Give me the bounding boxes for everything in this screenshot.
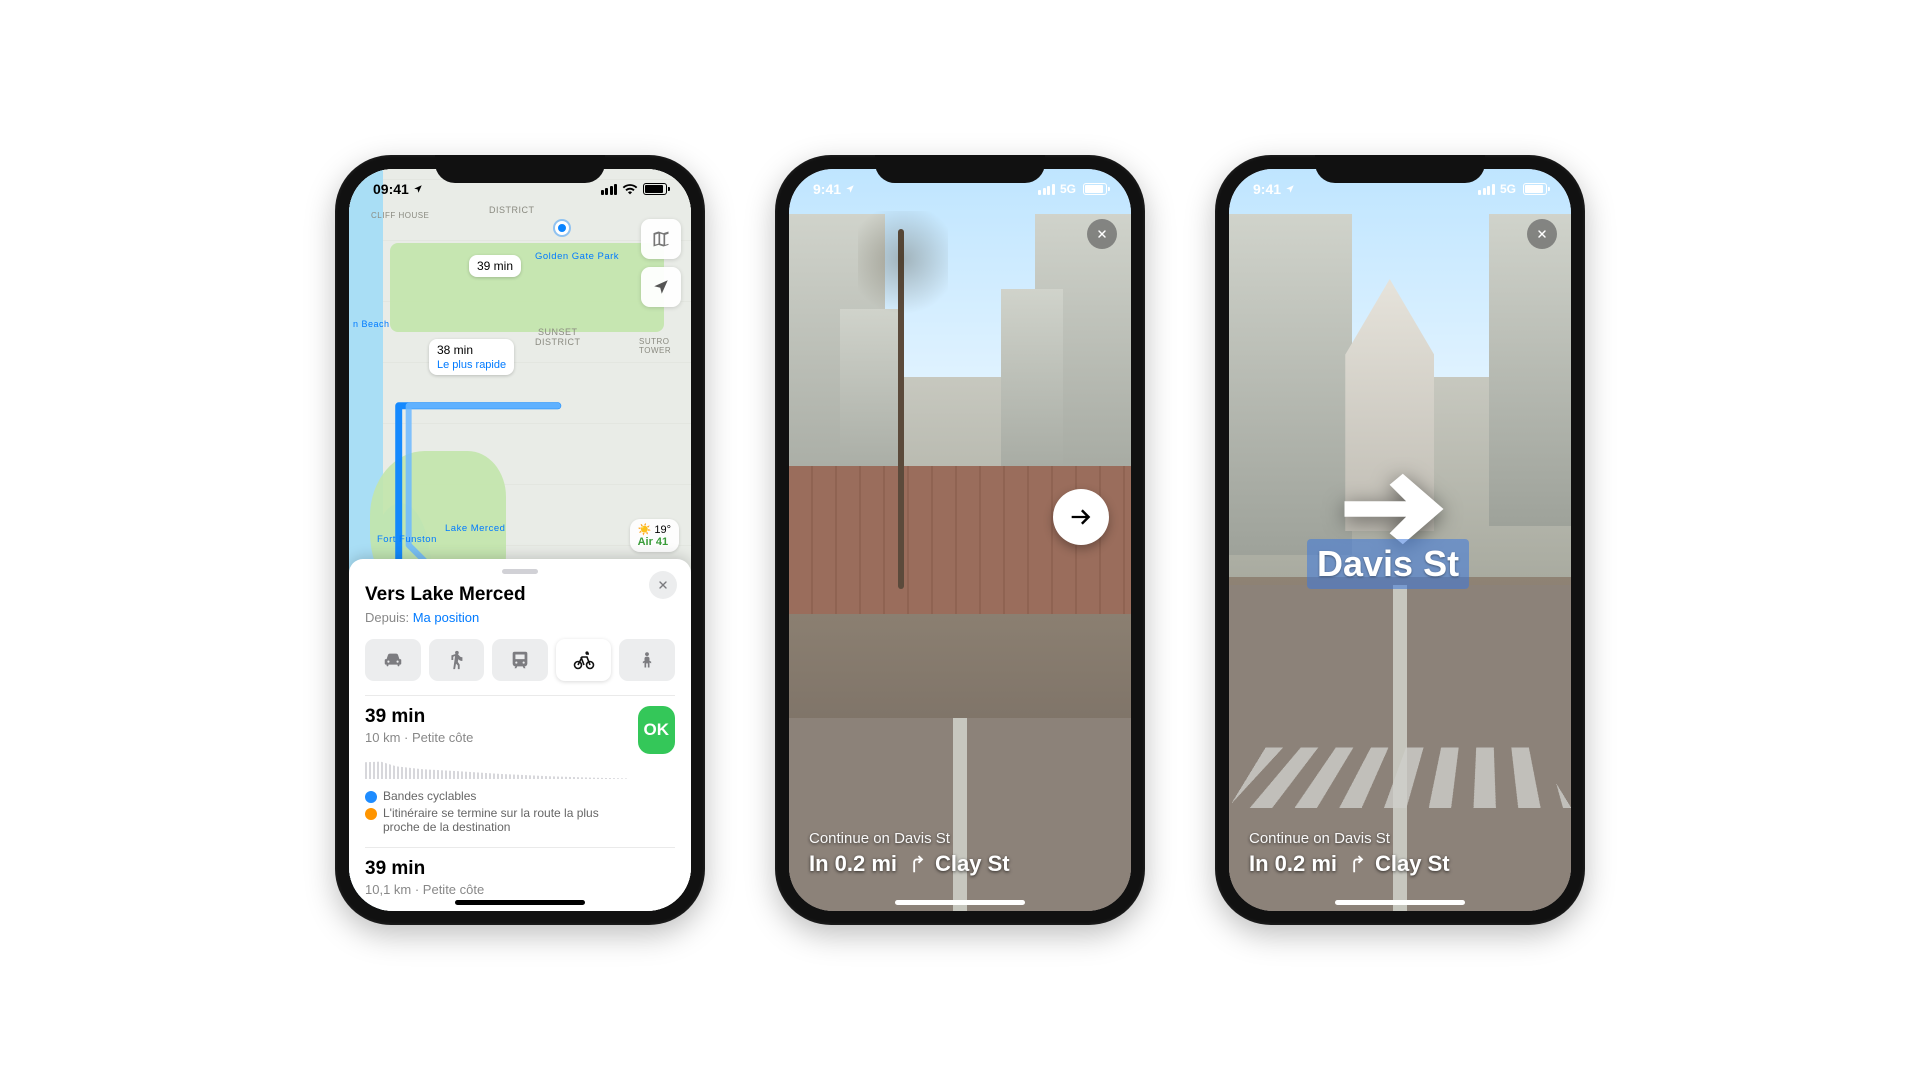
ar-instruction-panel: Continue on Davis St In 0.2 mi Clay St <box>1249 830 1551 877</box>
mode-rideshare[interactable] <box>619 639 675 681</box>
close-button[interactable] <box>1527 219 1557 249</box>
mode-bike[interactable] <box>556 639 612 681</box>
phone-maps-route: 09:41 DISTRICT SUNSET DISTRICT Golden Ga… <box>335 155 705 925</box>
mode-car[interactable] <box>365 639 421 681</box>
close-icon <box>1536 228 1548 240</box>
route-detail: 10 km · Petite côte <box>365 730 628 745</box>
battery-icon <box>1083 183 1107 195</box>
recenter-button[interactable] <box>641 267 681 307</box>
location-indicator-icon <box>845 184 855 194</box>
route-note-endpoint: L'itinéraire se termine sur la route la … <box>365 806 628 834</box>
home-indicator[interactable] <box>1335 900 1465 905</box>
map-beach-label: n Beach <box>353 319 390 329</box>
arrow-right-icon <box>1067 503 1095 531</box>
ar-turn-indicator[interactable] <box>1053 489 1109 545</box>
route-time: 39 min <box>365 706 628 728</box>
rideshare-icon <box>637 649 657 671</box>
phone-ar-nav-1: 9:41 5G Continue on Davis St In 0.2 mi C… <box>775 155 1145 925</box>
route-tag-fastest[interactable]: 38 min Le plus rapide <box>429 339 514 375</box>
map-icon <box>651 229 671 249</box>
status-bar: 9:41 5G <box>789 169 1131 209</box>
sheet-title: Vers Lake Merced <box>365 584 675 606</box>
map-sunset-label: SUNSET DISTRICT <box>535 327 581 347</box>
battery-icon <box>643 183 667 195</box>
cellular-icon <box>1478 184 1495 195</box>
route-option-1[interactable]: 39 min 10 km · Petite côte Bandes cyclab… <box>365 695 675 847</box>
close-icon <box>657 579 669 591</box>
route-option-2[interactable]: 39 min 10,1 km · Petite côte <box>365 847 675 907</box>
ar-instruction-panel: Continue on Davis St In 0.2 mi Clay St <box>809 830 1111 877</box>
next-distance: In 0.2 mi <box>1249 851 1337 877</box>
status-bar: 09:41 <box>349 169 691 209</box>
continue-label: Continue on Davis St <box>1249 830 1551 847</box>
status-time: 9:41 <box>1253 181 1281 197</box>
map-lake-label: Lake Merced <box>445 523 505 534</box>
transit-icon <box>509 649 531 671</box>
continue-label: Continue on Davis St <box>809 830 1111 847</box>
route-detail: 10,1 km · Petite côte <box>365 882 675 897</box>
transport-mode-row <box>365 639 675 681</box>
wifi-icon <box>622 183 638 195</box>
network-label: 5G <box>1060 182 1076 196</box>
map-funston-label: Fort Funston <box>377 534 437 545</box>
map-sutro-label: SUTRO TOWER <box>639 337 691 355</box>
turn-right-icon <box>905 853 927 875</box>
route-note-bikelane: Bandes cyclables <box>365 789 628 803</box>
status-bar: 9:41 5G <box>1229 169 1571 209</box>
ar-street-label: Davis St <box>1307 539 1469 589</box>
cellular-icon <box>601 184 618 195</box>
battery-icon <box>1523 183 1547 195</box>
home-indicator[interactable] <box>455 900 585 905</box>
status-time: 9:41 <box>813 181 841 197</box>
sheet-grabber[interactable] <box>502 569 538 574</box>
screen: 09:41 DISTRICT SUNSET DISTRICT Golden Ga… <box>349 169 691 911</box>
route-tag-alt[interactable]: 39 min <box>469 255 521 277</box>
home-indicator[interactable] <box>895 900 1025 905</box>
cellular-icon <box>1038 184 1055 195</box>
mode-transit[interactable] <box>492 639 548 681</box>
next-street: Clay St <box>1375 851 1450 877</box>
from-value[interactable]: Ma position <box>413 610 479 625</box>
close-button[interactable] <box>649 571 677 599</box>
location-indicator-icon <box>413 184 423 194</box>
walk-icon <box>445 649 467 671</box>
go-button[interactable]: OK <box>638 706 675 754</box>
close-button[interactable] <box>1087 219 1117 249</box>
location-indicator-icon <box>1285 184 1295 194</box>
close-icon <box>1096 228 1108 240</box>
screen: 9:41 5G Continue on Davis St In 0.2 mi C… <box>789 169 1131 911</box>
elevation-sparkline <box>365 751 628 779</box>
map-cliff-label: CLIFF HOUSE <box>371 211 429 220</box>
phone-ar-nav-2: 9:41 5G Davis St Continue on Davis St In… <box>1215 155 1585 925</box>
network-label: 5G <box>1500 182 1516 196</box>
location-arrow-icon <box>652 278 670 296</box>
next-distance: In 0.2 mi <box>809 851 897 877</box>
weather-chip[interactable]: ☀️ 19° Air 41 <box>630 519 679 552</box>
mode-walk[interactable] <box>429 639 485 681</box>
map-mode-button[interactable] <box>641 219 681 259</box>
screen: 9:41 5G Davis St Continue on Davis St In… <box>1229 169 1571 911</box>
current-location-dot <box>555 221 569 235</box>
next-street: Clay St <box>935 851 1010 877</box>
directions-sheet[interactable]: Vers Lake Merced Depuis: Ma position 39 … <box>349 559 691 911</box>
from-row[interactable]: Depuis: Ma position <box>365 610 675 625</box>
arrow-right-icon <box>1339 469 1449 549</box>
turn-right-icon <box>1345 853 1367 875</box>
bike-icon <box>572 648 596 672</box>
status-time: 09:41 <box>373 181 409 197</box>
car-icon <box>382 649 404 671</box>
route-time: 39 min <box>365 858 675 880</box>
map-ggp-label: Golden Gate Park <box>535 251 619 262</box>
